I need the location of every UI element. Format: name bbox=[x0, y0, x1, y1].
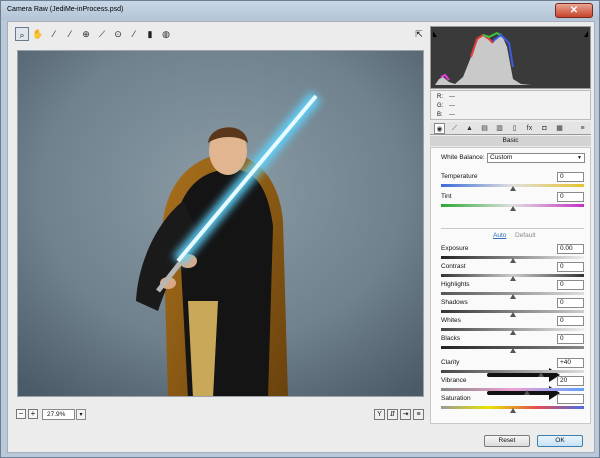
preview-status-bar: − + 27.9% ▾ Y ⇵ ⇥ ≡ bbox=[12, 407, 424, 423]
swap-settings-icon[interactable]: ⇵ bbox=[387, 409, 398, 420]
contrast-label: Contrast bbox=[441, 263, 466, 270]
targeted-adjustment-tool-icon[interactable]: ⊕ bbox=[79, 27, 93, 41]
jedi-photo bbox=[18, 51, 423, 396]
auto-link[interactable]: Auto bbox=[493, 232, 506, 239]
zoom-tool-icon[interactable]: ⌕ bbox=[15, 27, 29, 41]
vibrance-value-field[interactable]: 20 bbox=[557, 376, 584, 386]
toolbar: ⌕ ✋ ⁄ ⁄ ⊕ ⟋ ⊙ ⁄ ▮ ◍ ⇱ bbox=[12, 26, 424, 44]
vibrance-slider-track[interactable] bbox=[441, 388, 584, 391]
shadows-slider-thumb[interactable] bbox=[509, 312, 516, 317]
zoom-in-button[interactable]: + bbox=[28, 409, 38, 419]
white-balance-label: White Balance: bbox=[441, 154, 485, 161]
dialog-client: ⌕ ✋ ⁄ ⁄ ⊕ ⟋ ⊙ ⁄ ▮ ◍ ⇱ − + 27.9% ▾ Y ⇵ ⇥ … bbox=[7, 21, 595, 453]
temperature-value-field[interactable]: 0 bbox=[557, 172, 584, 182]
effects-tab-icon[interactable]: fx bbox=[524, 123, 535, 134]
temperature-slider-thumb[interactable] bbox=[509, 186, 516, 191]
divider bbox=[441, 228, 584, 229]
title-bar: Camera Raw (JediMe-inProcess.psd) ✕ bbox=[1, 1, 599, 20]
clarity-slider-track[interactable] bbox=[441, 370, 584, 373]
highlights-value-field[interactable]: 0 bbox=[557, 280, 584, 290]
zoom-out-button[interactable]: − bbox=[16, 409, 26, 419]
vibrance-slider-thumb[interactable] bbox=[523, 390, 530, 395]
clarity-label: Clarity bbox=[441, 359, 460, 366]
image-preview[interactable] bbox=[17, 50, 424, 397]
saturation-label: Saturation bbox=[441, 395, 471, 402]
zoom-dropdown-icon[interactable]: ▾ bbox=[76, 409, 86, 420]
panel-tabs: ◉ ⟋ ▲ ▤ ▥ ▯ fx ◘ ▦ ≡ bbox=[430, 122, 591, 135]
red-eye-tool-icon[interactable]: ⊙ bbox=[111, 27, 125, 41]
blacks-value-field[interactable]: 0 bbox=[557, 334, 584, 344]
white-balance-tool-icon[interactable]: ⁄ bbox=[47, 27, 61, 41]
saturation-slider-thumb[interactable] bbox=[509, 408, 516, 413]
chevron-down-icon: ▼ bbox=[577, 155, 582, 161]
highlights-label: Highlights bbox=[441, 281, 470, 288]
vibrance-label: Vibrance bbox=[441, 377, 467, 384]
ok-button[interactable]: OK bbox=[537, 435, 583, 447]
straighten-tool-icon[interactable]: ⟋ bbox=[95, 27, 109, 41]
exposure-label: Exposure bbox=[441, 245, 469, 252]
basic-controls: White Balance: Custom ▼ Auto Default Tem… bbox=[430, 147, 591, 424]
contrast-slider-thumb[interactable] bbox=[509, 276, 516, 281]
color-sampler-tool-icon[interactable]: ⁄ bbox=[63, 27, 77, 41]
highlights-slider-thumb[interactable] bbox=[509, 294, 516, 299]
camera-raw-window: Camera Raw (JediMe-inProcess.psd) ✕ ⌕ ✋ … bbox=[0, 0, 600, 458]
b-label: B: bbox=[437, 112, 443, 118]
whites-slider-thumb[interactable] bbox=[509, 330, 516, 335]
default-link[interactable]: Default bbox=[515, 232, 536, 239]
detail-tab-icon[interactable]: ▲ bbox=[464, 123, 475, 134]
white-balance-value: Custom bbox=[490, 154, 513, 161]
radial-filter-tool-icon[interactable]: ◍ bbox=[159, 27, 173, 41]
tint-value-field[interactable]: 0 bbox=[557, 192, 584, 202]
open-preferences-icon[interactable]: ⇱ bbox=[412, 27, 426, 41]
split-toning-tab-icon[interactable]: ▥ bbox=[494, 123, 505, 134]
panel-menu-icon[interactable]: ≡ bbox=[577, 123, 588, 134]
tone-curve-tab-icon[interactable]: ⟋ bbox=[449, 123, 460, 134]
close-button[interactable]: ✕ bbox=[555, 3, 593, 18]
clarity-slider-thumb[interactable] bbox=[538, 372, 545, 377]
camera-calibration-tab-icon[interactable]: ◘ bbox=[539, 123, 550, 134]
adjustments-panel: R: --- G: --- B: --- ◉ ⟋ ▲ ▤ ▥ ▯ fx ◘ ▦ … bbox=[430, 26, 591, 424]
r-value: --- bbox=[449, 94, 455, 100]
reset-button[interactable]: Reset bbox=[484, 435, 530, 447]
presets-tab-icon[interactable]: ▦ bbox=[554, 123, 565, 134]
g-label: G: bbox=[437, 103, 444, 109]
blacks-slider-thumb[interactable] bbox=[509, 348, 516, 353]
exposure-slider-thumb[interactable] bbox=[509, 258, 516, 263]
r-label: R: bbox=[437, 94, 443, 100]
brush-tool-icon[interactable]: ⁄ bbox=[127, 27, 141, 41]
exposure-value-field[interactable]: 0.00 bbox=[557, 244, 584, 254]
basic-tab-icon[interactable]: ◉ bbox=[434, 123, 445, 134]
whites-label: Whites bbox=[441, 317, 461, 324]
panel-title: Basic bbox=[430, 136, 591, 146]
hsl-tab-icon[interactable]: ▤ bbox=[479, 123, 490, 134]
window-title: Camera Raw (JediMe-inProcess.psd) bbox=[7, 6, 124, 13]
preview-preferences-icon[interactable]: ≡ bbox=[413, 409, 424, 420]
shadows-label: Shadows bbox=[441, 299, 468, 306]
white-balance-select[interactable]: Custom ▼ bbox=[487, 153, 585, 163]
hand-tool-icon[interactable]: ✋ bbox=[31, 27, 45, 41]
gradient-tool-icon[interactable]: ▮ bbox=[143, 27, 157, 41]
histogram bbox=[430, 26, 591, 89]
contrast-value-field[interactable]: 0 bbox=[557, 262, 584, 272]
lens-corrections-tab-icon[interactable]: ▯ bbox=[509, 123, 520, 134]
shadows-value-field[interactable]: 0 bbox=[557, 298, 584, 308]
b-value: --- bbox=[449, 112, 455, 118]
rgb-readout: R: --- G: --- B: --- bbox=[430, 90, 591, 120]
copy-settings-icon[interactable]: ⇥ bbox=[400, 409, 411, 420]
zoom-level-field[interactable]: 27.9% bbox=[42, 409, 75, 420]
g-value: --- bbox=[449, 103, 455, 109]
tint-label: Tint bbox=[441, 193, 452, 200]
before-after-y-icon[interactable]: Y bbox=[374, 409, 385, 420]
clarity-value-field[interactable]: +40 bbox=[557, 358, 584, 368]
tint-slider-thumb[interactable] bbox=[509, 206, 516, 211]
temperature-label: Temperature bbox=[441, 173, 478, 180]
whites-value-field[interactable]: 0 bbox=[557, 316, 584, 326]
saturation-value-field[interactable] bbox=[557, 394, 584, 404]
blacks-label: Blacks bbox=[441, 335, 461, 342]
